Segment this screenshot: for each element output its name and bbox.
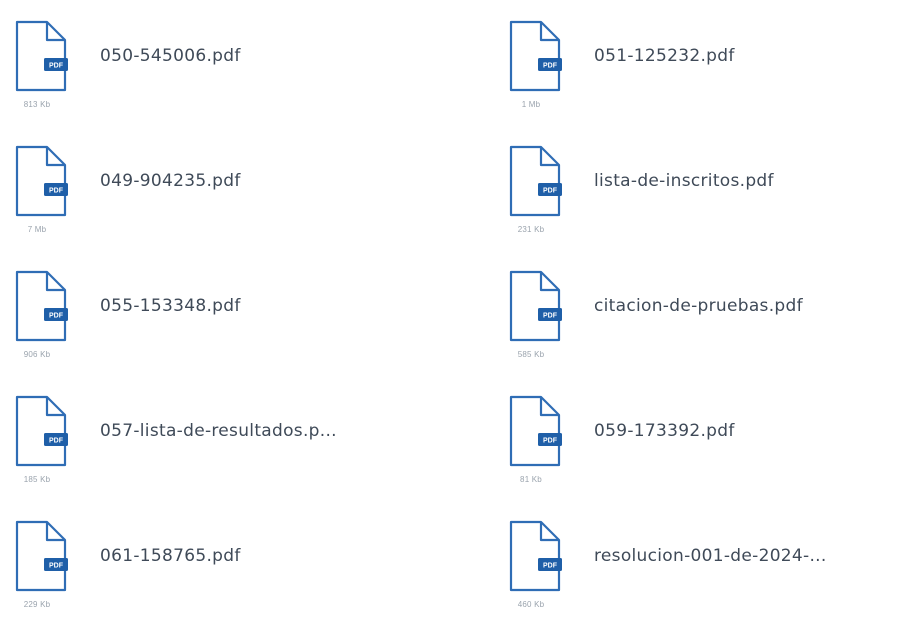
file-icon-wrap: PDF 231 Kb	[498, 137, 568, 247]
file-item[interactable]: PDF 229 Kb 061-158765.pdf	[4, 512, 424, 622]
file-item[interactable]: PDF 813 Kb 050-545006.pdf	[4, 12, 424, 122]
pdf-file-icon: PDF	[509, 20, 562, 92]
file-size: 585 Kb	[517, 350, 545, 359]
pdf-badge-label: PDF	[49, 438, 64, 445]
file-item[interactable]: PDF 906 Kb 055-153348.pdf	[4, 262, 424, 372]
file-item[interactable]: PDF 231 Kb lista-de-inscritos.pdf	[498, 137, 908, 247]
file-size: 906 Kb	[23, 350, 51, 359]
file-item[interactable]: PDF 81 Kb 059-173392.pdf	[498, 387, 908, 497]
pdf-file-icon: PDF	[15, 520, 68, 592]
pdf-badge-label: PDF	[49, 563, 64, 570]
file-size: 229 Kb	[23, 600, 51, 609]
file-size: 460 Kb	[517, 600, 545, 609]
file-item[interactable]: PDF 585 Kb citacion-de-pruebas.pdf	[498, 262, 908, 372]
pdf-file-icon: PDF	[509, 395, 562, 467]
pdf-file-icon: PDF	[509, 270, 562, 342]
pdf-file-icon: PDF	[15, 20, 68, 92]
pdf-badge-label: PDF	[543, 63, 558, 70]
pdf-badge-label: PDF	[49, 63, 64, 70]
pdf-file-icon: PDF	[15, 395, 68, 467]
pdf-badge-label: PDF	[49, 188, 64, 195]
file-name-link[interactable]: 051-125232.pdf	[594, 46, 908, 66]
file-icon-wrap: PDF 7 Mb	[4, 137, 74, 247]
file-icon-wrap: PDF 1 Mb	[498, 12, 568, 122]
pdf-file-icon: PDF	[15, 145, 68, 217]
pdf-file-icon: PDF	[509, 145, 562, 217]
pdf-file-icon: PDF	[15, 270, 68, 342]
file-name-link[interactable]: lista-de-inscritos.pdf	[594, 171, 908, 191]
file-item[interactable]: PDF 460 Kb resolucion-001-de-2024-...	[498, 512, 908, 622]
file-icon-wrap: PDF 229 Kb	[4, 512, 74, 622]
file-name-link[interactable]: 050-545006.pdf	[100, 46, 420, 66]
file-icon-wrap: PDF 185 Kb	[4, 387, 74, 497]
file-icon-wrap: PDF 813 Kb	[4, 12, 74, 122]
file-name-link[interactable]: 055-153348.pdf	[100, 296, 420, 316]
file-name-link[interactable]: 059-173392.pdf	[594, 421, 908, 441]
pdf-badge-label: PDF	[49, 313, 64, 320]
file-icon-wrap: PDF 906 Kb	[4, 262, 74, 372]
pdf-badge-label: PDF	[543, 438, 558, 445]
file-size: 1 Mb	[521, 100, 541, 109]
file-size: 81 Kb	[520, 475, 542, 484]
file-name-link[interactable]: 057-lista-de-resultados.p...	[100, 421, 420, 441]
file-name-link[interactable]: 049-904235.pdf	[100, 171, 420, 191]
pdf-badge-label: PDF	[543, 563, 558, 570]
file-name-link[interactable]: citacion-de-pruebas.pdf	[594, 296, 908, 316]
file-icon-wrap: PDF 585 Kb	[498, 262, 568, 372]
file-item[interactable]: PDF 1 Mb 051-125232.pdf	[498, 12, 908, 122]
file-name-link[interactable]: resolucion-001-de-2024-...	[594, 546, 908, 566]
file-size: 185 Kb	[23, 475, 51, 484]
file-item[interactable]: PDF 7 Mb 049-904235.pdf	[4, 137, 424, 247]
file-icon-wrap: PDF 460 Kb	[498, 512, 568, 622]
file-grid: PDF 813 Kb 050-545006.pdf PDF 1 Mb 051-1…	[0, 0, 908, 630]
file-name-link[interactable]: 061-158765.pdf	[100, 546, 420, 566]
pdf-badge-label: PDF	[543, 313, 558, 320]
file-size: 7 Mb	[27, 225, 47, 234]
file-item[interactable]: PDF 185 Kb 057-lista-de-resultados.p...	[4, 387, 424, 497]
pdf-badge-label: PDF	[543, 188, 558, 195]
file-icon-wrap: PDF 81 Kb	[498, 387, 568, 497]
file-size: 813 Kb	[23, 100, 51, 109]
pdf-file-icon: PDF	[509, 520, 562, 592]
file-size: 231 Kb	[517, 225, 545, 234]
